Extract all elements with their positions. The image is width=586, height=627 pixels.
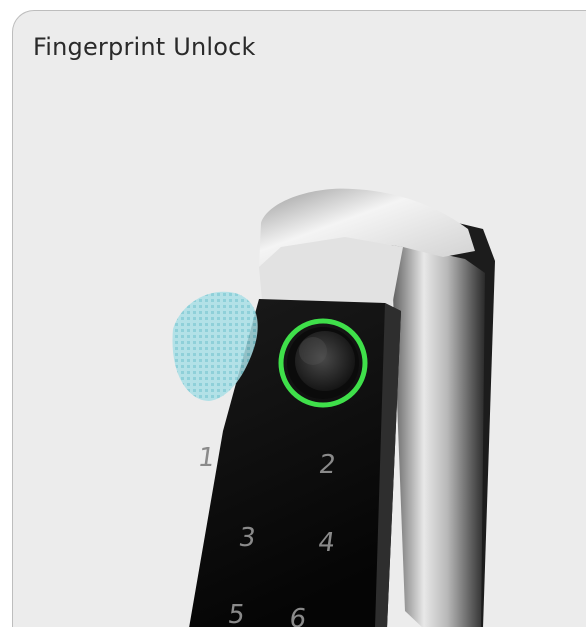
fingerprint-sensor xyxy=(278,318,368,408)
keypad-key-6: 6 xyxy=(287,604,308,627)
keypad-key-1: 1 xyxy=(196,443,217,473)
smart-lock-image: 1 2 3 4 5 6 xyxy=(172,188,495,627)
lock-side-body xyxy=(391,243,485,627)
feature-card: Fingerprint Unlock 1 2 3 4 5 6 xyxy=(12,10,586,627)
